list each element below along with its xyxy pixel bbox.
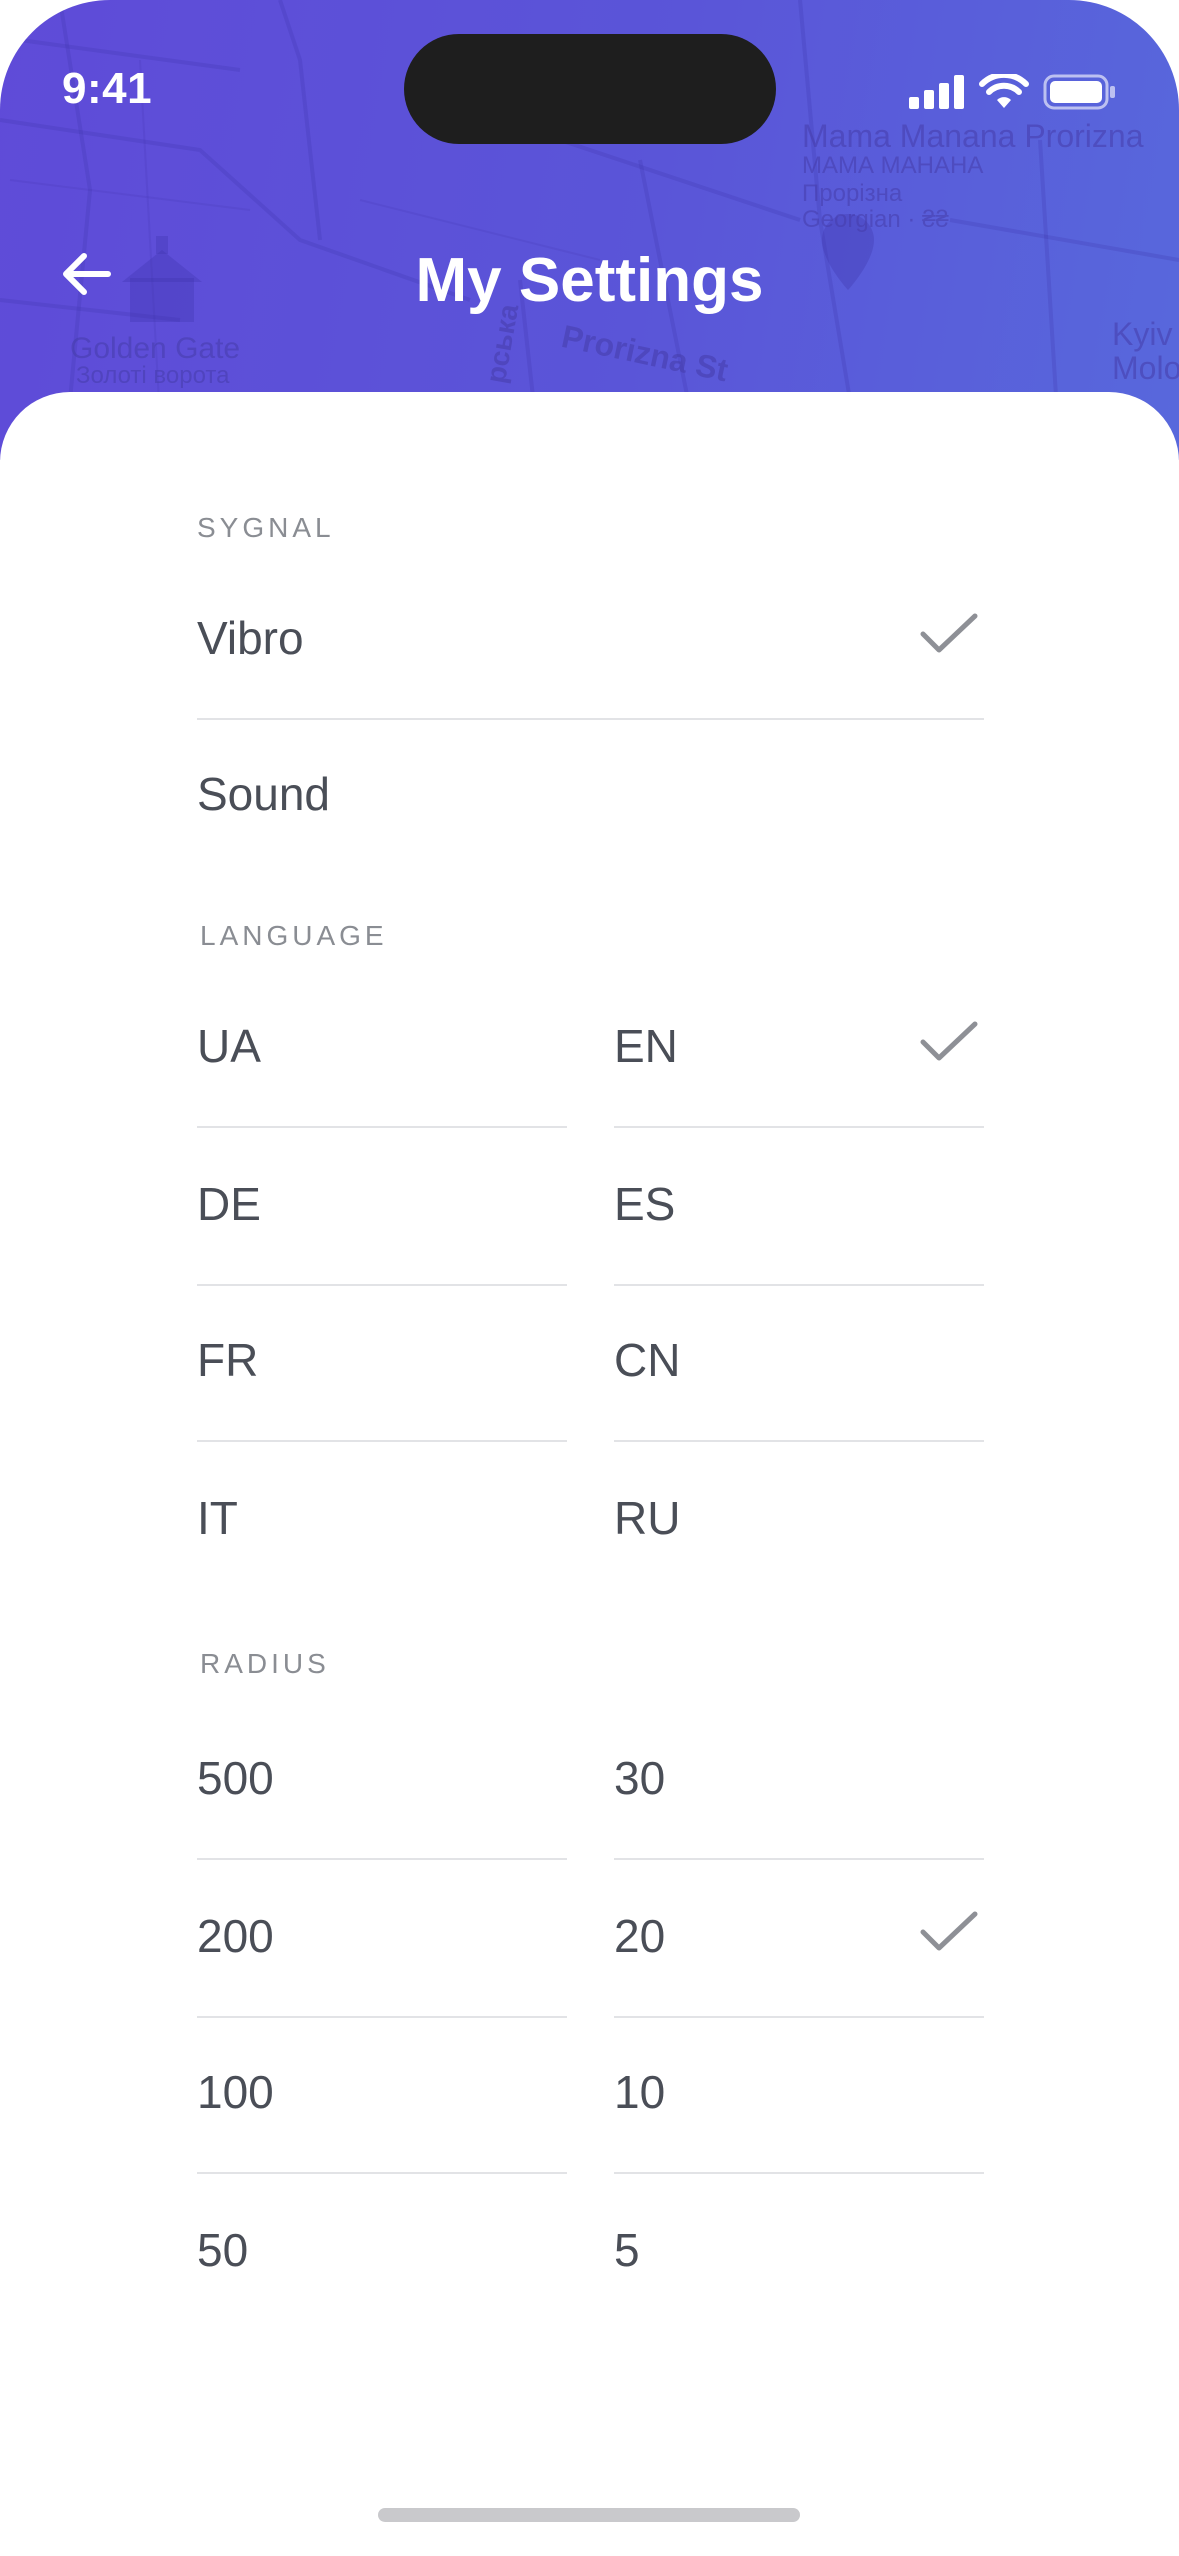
option-label: Vibro bbox=[197, 612, 304, 664]
divider bbox=[614, 1126, 984, 1128]
radius-option-30[interactable]: 30 bbox=[614, 1750, 984, 1860]
option-label: 50 bbox=[197, 2224, 249, 2276]
option-label: UA bbox=[197, 1020, 261, 1072]
option-label: RU bbox=[614, 1492, 681, 1544]
check-icon bbox=[920, 613, 978, 653]
section-label-language: LANGUAGE bbox=[200, 920, 388, 951]
option-vibro[interactable]: Vibro bbox=[197, 610, 984, 720]
page-title: My Settings bbox=[415, 246, 764, 315]
radius-option-5[interactable]: 5 bbox=[614, 2222, 984, 2312]
language-option-cn[interactable]: CN bbox=[614, 1332, 984, 1442]
section-label-radius: RADIUS bbox=[200, 1648, 330, 1679]
language-option-en[interactable]: EN bbox=[614, 1018, 984, 1128]
map-label-place: Mama Manana Prorizna bbox=[802, 118, 1144, 154]
divider bbox=[197, 1858, 567, 1860]
map-label-golden-gate: Golden Gate bbox=[70, 332, 241, 365]
divider bbox=[197, 2172, 567, 2174]
option-label: 10 bbox=[614, 2066, 666, 2118]
radius-option-50[interactable]: 50 bbox=[197, 2222, 567, 2312]
radius-option-100[interactable]: 100 bbox=[197, 2064, 567, 2174]
divider bbox=[197, 2016, 567, 2018]
option-label: 100 bbox=[197, 2066, 274, 2118]
option-label: 500 bbox=[197, 1752, 274, 1804]
radius-option-10[interactable]: 10 bbox=[614, 2064, 984, 2174]
map-label-place-cat: Georgian · ₴₴ bbox=[802, 206, 949, 233]
radius-option-200[interactable]: 200 bbox=[197, 1908, 567, 2018]
divider bbox=[197, 1284, 567, 1286]
cellular-signal-icon bbox=[909, 75, 964, 109]
check-icon bbox=[920, 1911, 978, 1951]
language-option-ua[interactable]: UA bbox=[197, 1018, 567, 1128]
language-option-de[interactable]: DE bbox=[197, 1176, 567, 1286]
divider bbox=[197, 1126, 567, 1128]
section-label-signal: SYGNAL bbox=[197, 512, 335, 543]
radius-option-500[interactable]: 500 bbox=[197, 1750, 567, 1860]
option-label: 5 bbox=[614, 2224, 640, 2276]
option-sound[interactable]: Sound bbox=[197, 766, 984, 856]
map-label-kyiv-2: Molo bbox=[1112, 350, 1179, 386]
battery-icon bbox=[1043, 74, 1115, 110]
option-label: DE bbox=[197, 1178, 261, 1230]
status-time: 9:41 bbox=[62, 64, 153, 113]
wifi-icon bbox=[979, 74, 1029, 108]
language-option-fr[interactable]: FR bbox=[197, 1332, 567, 1442]
map-label-kyiv: Kyiv bbox=[1112, 316, 1173, 352]
divider bbox=[614, 2016, 984, 2018]
header: Mama Manana Prorizna МАМА МАНАНА Прорізн… bbox=[0, 0, 1179, 460]
language-option-ru[interactable]: RU bbox=[614, 1490, 984, 1580]
language-option-es[interactable]: ES bbox=[614, 1176, 984, 1286]
divider bbox=[197, 1440, 567, 1442]
divider bbox=[197, 718, 984, 720]
map-label-place-sub: Прорізна bbox=[802, 180, 903, 207]
map-label-place-alt: МАМА МАНАНА bbox=[802, 152, 984, 179]
option-label: 200 bbox=[197, 1910, 274, 1962]
option-label: CN bbox=[614, 1334, 681, 1386]
divider bbox=[614, 1858, 984, 1860]
divider bbox=[614, 2172, 984, 2174]
divider bbox=[614, 1440, 984, 1442]
option-label: FR bbox=[197, 1334, 259, 1386]
status-icons bbox=[909, 70, 1117, 114]
option-label: Sound bbox=[197, 768, 331, 820]
option-label: IT bbox=[197, 1492, 238, 1544]
settings-card: SYGNAL Vibro Sound LANGUAGE UA DE FR IT bbox=[0, 392, 1179, 2556]
option-label: ES bbox=[614, 1178, 676, 1230]
phone-screen: Mama Manana Prorizna МАМА МАНАНА Прорізн… bbox=[0, 0, 1179, 2556]
radius-option-20[interactable]: 20 bbox=[614, 1908, 984, 2018]
check-icon bbox=[920, 1021, 978, 1061]
option-label: 30 bbox=[614, 1752, 666, 1804]
option-label: EN bbox=[614, 1020, 678, 1072]
map-label-golden-gate-ua: Золоті ворота bbox=[76, 362, 230, 389]
home-indicator bbox=[378, 2508, 800, 2522]
language-option-it[interactable]: IT bbox=[197, 1490, 567, 1580]
divider bbox=[614, 1284, 984, 1286]
dynamic-island bbox=[404, 34, 776, 144]
option-label: 20 bbox=[614, 1910, 666, 1962]
